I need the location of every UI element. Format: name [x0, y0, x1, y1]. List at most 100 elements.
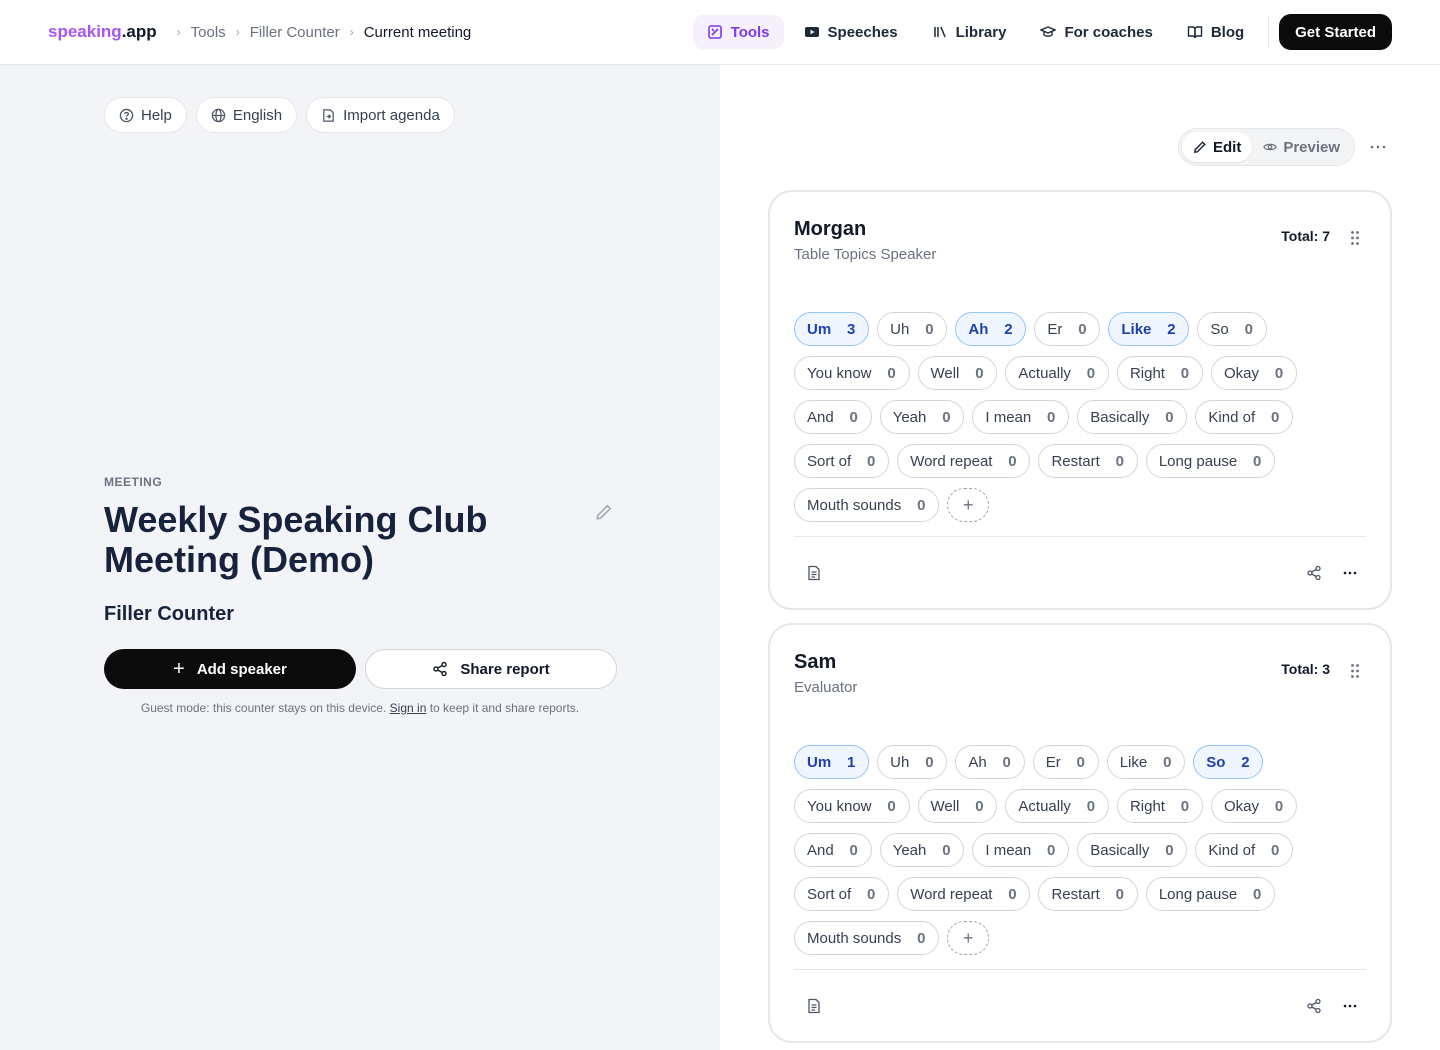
filler-chip[interactable]: Actually 0 — [1005, 356, 1109, 390]
filler-chip[interactable]: So 2 — [1193, 745, 1264, 779]
filler-chip[interactable]: Kind of 0 — [1195, 400, 1294, 434]
filler-chip[interactable]: Mouth sounds 0 — [794, 921, 940, 955]
help-button[interactable]: Help — [104, 97, 187, 133]
card-footer — [794, 536, 1366, 608]
nav-for-coaches[interactable]: For coaches — [1026, 15, 1166, 49]
edit-toggle[interactable]: Edit — [1182, 132, 1253, 162]
document-icon[interactable] — [806, 998, 822, 1014]
filler-chip[interactable]: Restart 0 — [1038, 877, 1138, 911]
filler-chip[interactable]: Yeah 0 — [879, 833, 965, 867]
more-options-icon[interactable] — [1368, 137, 1388, 157]
filler-chip[interactable]: And 0 — [794, 400, 872, 434]
drag-handle-icon[interactable] — [1350, 663, 1360, 679]
filler-chip[interactable]: Like 0 — [1106, 745, 1186, 779]
filler-chip[interactable]: Right 0 — [1116, 356, 1203, 390]
breadcrumb-filler-counter[interactable]: Filler Counter — [250, 24, 340, 41]
nav-tools[interactable]: Tools — [692, 15, 784, 49]
filler-count: 0 — [925, 320, 934, 338]
help-circle-icon — [119, 108, 134, 122]
nav-divider — [1268, 16, 1270, 48]
filler-chip[interactable]: Long pause 0 — [1145, 877, 1276, 911]
nav-library[interactable]: Library — [918, 15, 1021, 49]
guest-text-after: to keep it and share reports. — [429, 701, 580, 715]
filler-count: 0 — [1244, 320, 1253, 338]
breadcrumb-tools[interactable]: Tools — [191, 24, 226, 41]
filler-chip[interactable]: Er 0 — [1032, 745, 1099, 779]
plus-icon: + — [962, 494, 974, 515]
add-filler-button[interactable]: + — [947, 921, 990, 955]
filler-chip[interactable]: Basically 0 — [1077, 400, 1188, 434]
filler-chip[interactable]: Ah 2 — [955, 312, 1027, 346]
filler-chip[interactable]: Right 0 — [1116, 789, 1203, 823]
filler-chip[interactable]: Er 0 — [1034, 312, 1101, 346]
drag-handle-icon[interactable] — [1350, 230, 1360, 246]
chevron-right-icon: › — [176, 25, 181, 39]
filler-chip[interactable]: Word repeat 0 — [897, 444, 1031, 478]
pencil-icon[interactable] — [595, 503, 613, 521]
add-filler-button[interactable]: + — [947, 488, 990, 522]
language-button[interactable]: English — [195, 97, 298, 133]
filler-label: Restart — [1051, 885, 1100, 903]
filler-chip[interactable]: Sort of 0 — [794, 444, 890, 478]
nav-blog[interactable]: Blog — [1173, 15, 1258, 49]
filler-chip[interactable]: So 0 — [1197, 312, 1267, 346]
nav-tools-label: Tools — [730, 23, 770, 41]
filler-chip-list: Um 3 Uh 0 Ah 2 Er 0 Like 2 So 0 You know… — [794, 312, 1374, 522]
filler-chip[interactable]: Sort of 0 — [794, 877, 890, 911]
filler-chip[interactable]: Mouth sounds 0 — [794, 488, 940, 522]
meeting-section-label: MEETING — [104, 475, 163, 489]
filler-chip[interactable]: Word repeat 0 — [897, 877, 1031, 911]
speaker-role: Table Topics Speaker — [794, 246, 937, 263]
filler-count: 0 — [1270, 841, 1280, 859]
filler-chip[interactable]: Uh 0 — [877, 312, 948, 346]
get-started-button[interactable]: Get Started — [1279, 14, 1392, 50]
filler-count: 0 — [1165, 841, 1174, 859]
more-options-icon[interactable] — [1342, 565, 1358, 581]
more-options-icon[interactable] — [1342, 998, 1358, 1014]
filler-count: 0 — [1115, 452, 1124, 470]
preview-toggle[interactable]: Preview — [1252, 132, 1351, 162]
filler-chip[interactable]: I mean 0 — [972, 833, 1070, 867]
filler-label: Kind of — [1208, 408, 1256, 426]
filler-chip[interactable]: Basically 0 — [1077, 833, 1188, 867]
filler-chip[interactable]: Well 0 — [917, 789, 998, 823]
primary-actions: + Add speaker Share report — [104, 649, 617, 689]
filler-chip[interactable]: Kind of 0 — [1195, 833, 1294, 867]
filler-count: 0 — [867, 885, 876, 903]
add-speaker-button[interactable]: + Add speaker — [104, 649, 356, 689]
filler-chip[interactable]: I mean 0 — [972, 400, 1070, 434]
filler-count: 0 — [975, 364, 984, 382]
share-report-button[interactable]: Share report — [365, 649, 617, 689]
filler-chip[interactable]: Well 0 — [917, 356, 998, 390]
filler-chip[interactable]: And 0 — [794, 833, 872, 867]
filler-chip[interactable]: You know 0 — [794, 356, 910, 390]
sign-in-link[interactable]: Sign in — [390, 701, 427, 715]
share-icon — [433, 661, 448, 677]
share-icon[interactable] — [1306, 998, 1322, 1014]
filler-count: 1 — [847, 753, 856, 771]
document-icon[interactable] — [806, 565, 822, 581]
filler-chip[interactable]: Okay 0 — [1210, 356, 1297, 390]
filler-chip[interactable]: Uh 0 — [877, 745, 948, 779]
nav-speeches-label: Speeches — [827, 23, 898, 41]
filler-count: 0 — [925, 753, 934, 771]
filler-chip[interactable]: Yeah 0 — [879, 400, 965, 434]
import-agenda-button[interactable]: Import agenda — [306, 97, 455, 133]
filler-chip[interactable]: Ah 0 — [955, 745, 1025, 779]
filler-chip[interactable]: Um 3 — [794, 312, 870, 346]
speaker-role: Evaluator — [794, 679, 858, 696]
filler-chip[interactable]: You know 0 — [794, 789, 910, 823]
share-icon[interactable] — [1306, 565, 1322, 581]
brand-logo[interactable]: speaking .app — [48, 22, 157, 42]
filler-chip[interactable]: Um 1 — [794, 745, 870, 779]
filler-chip[interactable]: Actually 0 — [1005, 789, 1109, 823]
filler-chip[interactable]: Like 2 — [1108, 312, 1190, 346]
filler-chip[interactable]: Long pause 0 — [1145, 444, 1276, 478]
import-file-icon — [323, 108, 334, 122]
filler-label: Yeah — [892, 408, 927, 426]
speakers-panel: Edit Preview Morgan Table Topics Speaker… — [720, 65, 1440, 1050]
filler-chip[interactable]: Okay 0 — [1210, 789, 1297, 823]
nav-speeches[interactable]: Speeches — [790, 15, 912, 49]
filler-chip[interactable]: Restart 0 — [1038, 444, 1138, 478]
filler-count: 0 — [1180, 797, 1190, 815]
